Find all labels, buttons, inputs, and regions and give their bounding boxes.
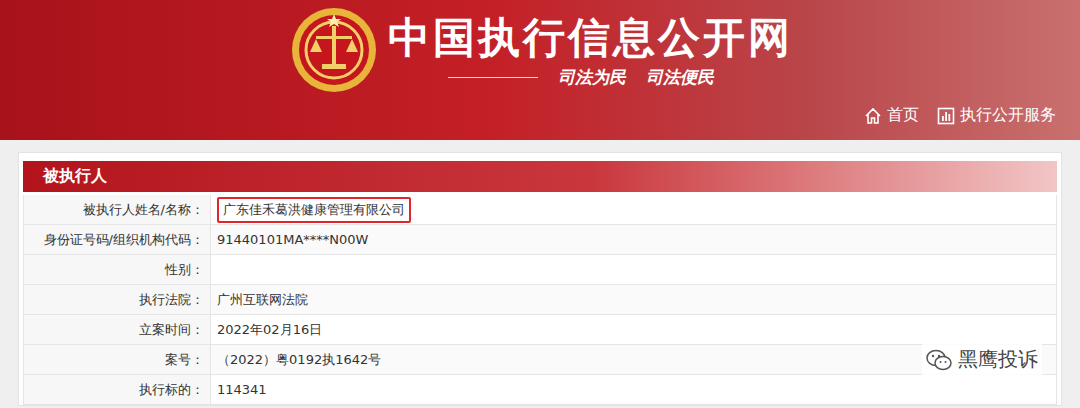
value-text: 114341 (217, 382, 267, 397)
slogan-item: 司法便民 (646, 66, 714, 89)
main: 被执行人被执行人姓名/名称：广东佳禾葛洪健康管理有限公司身份证号码/组织机构代码… (0, 140, 1080, 406)
brand: 中国执行信息公开网司法为民司法便民 (290, 6, 1056, 94)
row-value: 114341 (211, 375, 1056, 404)
info-table: 被执行人姓名/名称：广东佳禾葛洪健康管理有限公司身份证号码/组织机构代码： 914… (23, 195, 1057, 405)
value-text: （2022）粤0192执1642号 (217, 351, 381, 369)
row-label: 案号： (24, 345, 211, 374)
slogan: 司法为民司法便民 (388, 66, 793, 89)
site-header: 中国执行信息公开网司法为民司法便民首页 执行公开服务 (0, 0, 1080, 140)
info-row: 执行标的： 114341 (24, 375, 1056, 405)
court-emblem-icon (290, 6, 378, 94)
page: 中国执行信息公开网司法为民司法便民首页执行公开服务被执行人被执行人姓名/名称：广… (0, 0, 1080, 408)
value-text: 91440101MA****N00W (217, 232, 368, 247)
row-label: 立案时间： (24, 315, 211, 344)
info-row: 案号： （2022）粤0192执1642号 (24, 345, 1056, 375)
home-icon (864, 107, 882, 125)
row-value: 广州互联网法院 (211, 285, 1056, 314)
row-value (211, 255, 1056, 284)
nav-item[interactable]: 首页 (864, 105, 919, 126)
info-row: 身份证号码/组织机构代码： 91440101MA****N00W (24, 225, 1056, 255)
nav-item[interactable]: 执行公开服务 (937, 105, 1056, 126)
site-title: 中国执行信息公开网 (388, 11, 793, 66)
top-nav: 首页 执行公开服务 (290, 105, 1056, 126)
value-text: 2022年02月16日 (217, 321, 322, 339)
row-value: 91440101MA****N00W (211, 225, 1056, 254)
watermark-text: 黑鹰投诉 (958, 346, 1038, 373)
slogan-item: 司法为民 (558, 66, 626, 89)
row-label: 性别： (24, 255, 211, 284)
nav-label: 执行公开服务 (960, 105, 1056, 126)
chart-icon (937, 107, 955, 125)
info-row: 性别： (24, 255, 1056, 285)
info-panel: 被执行人被执行人姓名/名称：广东佳禾葛洪健康管理有限公司身份证号码/组织机构代码… (18, 152, 1062, 406)
info-row: 被执行人姓名/名称：广东佳禾葛洪健康管理有限公司 (24, 195, 1056, 225)
slogan-line (448, 77, 538, 78)
wechat-icon (926, 349, 952, 371)
nav-label: 首页 (887, 105, 919, 126)
row-label: 被执行人姓名/名称： (24, 195, 211, 224)
info-row: 执行法院： 广州互联网法院 (24, 285, 1056, 315)
panel-title: 被执行人 (23, 161, 1057, 192)
watermark: 黑鹰投诉 (922, 344, 1042, 375)
brand-text: 中国执行信息公开网司法为民司法便民 (388, 11, 793, 89)
row-value: 2022年02月16日 (211, 315, 1056, 344)
info-row: 立案时间： 2022年02月16日 (24, 315, 1056, 345)
row-label: 执行法院： (24, 285, 211, 314)
row-label: 身份证号码/组织机构代码： (24, 225, 211, 254)
value-text: 广东佳禾葛洪健康管理有限公司 (217, 197, 411, 223)
row-label: 执行标的： (24, 375, 211, 404)
value-text: 广州互联网法院 (217, 291, 308, 309)
row-value: 广东佳禾葛洪健康管理有限公司 (211, 195, 1056, 224)
